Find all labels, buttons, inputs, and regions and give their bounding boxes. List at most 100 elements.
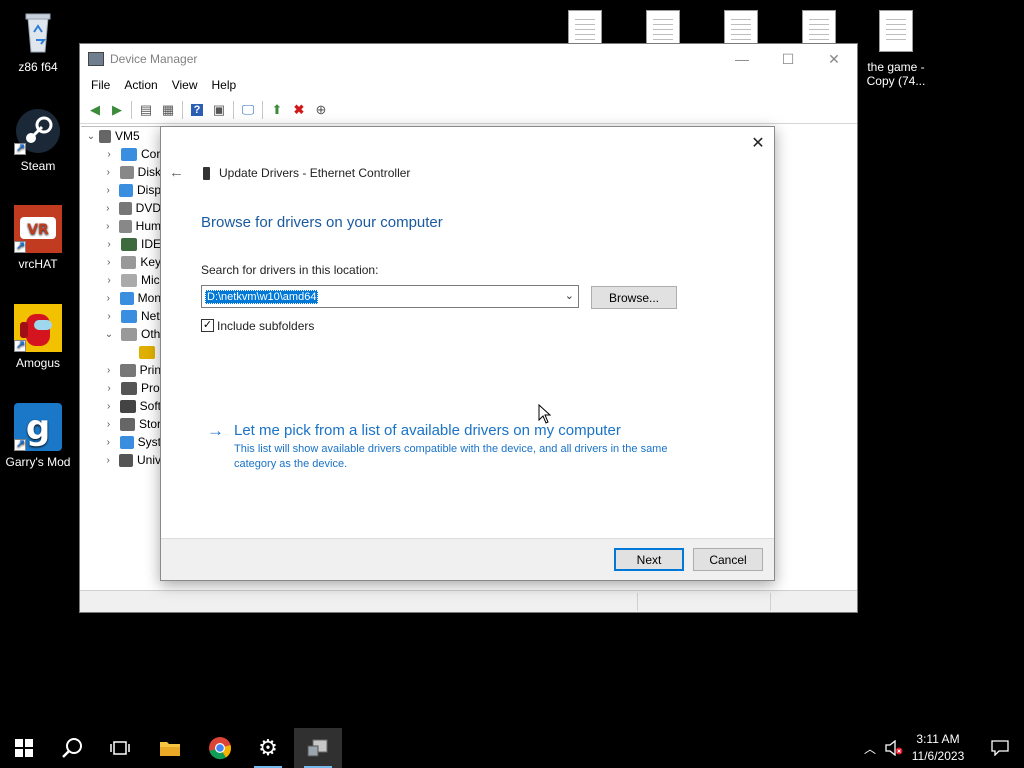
- tree-item-label: Disk: [137, 165, 161, 179]
- desktop-icon-vrchat[interactable]: VR vrcHAT: [0, 205, 76, 271]
- include-subfolders-checkbox[interactable]: ✓: [201, 319, 214, 332]
- desktop-icon-garrys-mod[interactable]: g Garry's Mod: [0, 403, 76, 469]
- chevron-right-icon[interactable]: ›: [103, 185, 113, 196]
- scan-hardware-icon[interactable]: 🖵: [237, 99, 259, 121]
- chevron-right-icon[interactable]: ›: [103, 167, 114, 178]
- shortcut-arrow-icon: [14, 141, 26, 155]
- tree-category[interactable]: › Mic: [81, 271, 161, 289]
- desktop-icon-recycle-bin[interactable]: z86 f64: [0, 8, 76, 74]
- tree-root[interactable]: ⌄ VM5: [81, 127, 161, 145]
- tree-category[interactable]: › IDE: [81, 235, 161, 253]
- pick-from-list-link[interactable]: Let me pick from a list of available dri…: [234, 422, 621, 439]
- uninstall-icon[interactable]: ✖: [288, 99, 310, 121]
- forward-icon[interactable]: ▶: [106, 99, 128, 121]
- desktop-icon-steam[interactable]: Steam: [0, 107, 76, 173]
- chevron-right-icon[interactable]: ›: [103, 455, 113, 466]
- menu-help[interactable]: Help: [205, 78, 244, 92]
- tree-category[interactable]: › Prin: [81, 361, 161, 379]
- device-manager-icon[interactable]: [294, 728, 342, 768]
- maximize-button[interactable]: ☐: [765, 44, 811, 74]
- volume-muted-icon[interactable]: [882, 728, 906, 768]
- settings-icon[interactable]: ⚙: [244, 728, 292, 768]
- chevron-right-icon[interactable]: ›: [103, 437, 114, 448]
- device-category-icon: [121, 147, 137, 161]
- view-icon[interactable]: ▣: [208, 99, 230, 121]
- tree-category[interactable]: › Univ: [81, 451, 161, 469]
- chevron-right-icon[interactable]: ›: [103, 401, 114, 412]
- chevron-right-icon[interactable]: ›: [103, 383, 115, 394]
- update-drivers-dialog: ✕ ← Update Drivers - Ethernet Controller…: [160, 126, 775, 581]
- device-category-icon: [121, 381, 137, 395]
- tree-category[interactable]: › Key: [81, 253, 161, 271]
- help-icon[interactable]: ?: [186, 99, 208, 121]
- chevron-down-icon[interactable]: ⌄: [565, 289, 574, 302]
- file-explorer-icon[interactable]: [146, 728, 194, 768]
- clock[interactable]: 3:11 AM 11/6/2023: [904, 731, 972, 765]
- start-icon[interactable]: [0, 728, 48, 768]
- desktop-icon-the-game-copy[interactable]: the game - Copy (74...: [858, 10, 934, 88]
- next-button[interactable]: Next: [614, 548, 684, 571]
- properties-icon[interactable]: ▤: [135, 99, 157, 121]
- tree-category[interactable]: › Soft: [81, 397, 161, 415]
- chevron-right-icon[interactable]: ›: [103, 221, 113, 232]
- tree-child-item[interactable]: [81, 343, 161, 361]
- device-tree: ⌄ VM5 › Cor › Disk › Disp › DVD › Hum › IDE › Key › Mic…: [81, 126, 161, 588]
- show-hidden-icons-icon[interactable]: ︿: [858, 728, 882, 768]
- collapse-chevron-icon[interactable]: ⌄: [85, 131, 97, 142]
- close-dialog-button[interactable]: ✕: [748, 133, 768, 153]
- minimize-button[interactable]: —: [719, 44, 765, 74]
- chevron-right-icon[interactable]: ›: [103, 311, 115, 322]
- update-driver-icon[interactable]: ⬆: [266, 99, 288, 121]
- tree-category[interactable]: › Mon: [81, 289, 161, 307]
- driver-path-combobox[interactable]: D:\netkvm\w10\amd64 ⌄: [201, 285, 579, 308]
- tree-category[interactable]: › Syst: [81, 433, 161, 451]
- device-category-icon: [120, 417, 135, 431]
- chevron-right-icon[interactable]: ›: [103, 275, 115, 286]
- chevron-right-icon[interactable]: ›: [103, 293, 114, 304]
- device-category-icon: [121, 309, 137, 323]
- tree-category[interactable]: › Hum: [81, 217, 161, 235]
- chevron-right-icon[interactable]: ›: [103, 257, 115, 268]
- tree-category[interactable]: › Stor: [81, 415, 161, 433]
- recycle-bin-icon: [14, 8, 62, 56]
- task-view-icon[interactable]: [96, 728, 144, 768]
- arrow-right-icon[interactable]: →: [207, 421, 224, 441]
- tree-category[interactable]: › Net: [81, 307, 161, 325]
- device-category-icon: [118, 219, 132, 233]
- desktop-icon-amogus[interactable]: Amogus: [0, 304, 76, 370]
- cancel-button[interactable]: Cancel: [693, 548, 763, 571]
- tree-category[interactable]: › DVD: [81, 199, 161, 217]
- tree-category[interactable]: ⌄ Oth: [81, 325, 161, 343]
- search-icon[interactable]: [48, 728, 96, 768]
- chevron-right-icon[interactable]: ›: [103, 149, 115, 160]
- close-window-button[interactable]: ✕: [811, 44, 857, 74]
- tree-category[interactable]: › Disk: [81, 163, 161, 181]
- tree-category[interactable]: › Pro: [81, 379, 161, 397]
- notification-icon[interactable]: [976, 728, 1024, 768]
- back-arrow-icon[interactable]: ←: [169, 164, 184, 181]
- chrome-icon[interactable]: [196, 728, 244, 768]
- chevron-right-icon[interactable]: ›: [103, 365, 114, 376]
- device-category-icon: [121, 237, 137, 251]
- menu-view[interactable]: View: [165, 78, 205, 92]
- shortcut-arrow-icon: [14, 437, 26, 451]
- back-icon[interactable]: ◀: [84, 99, 106, 121]
- clock-date: 11/6/2023: [911, 749, 965, 763]
- tree-category[interactable]: › Cor: [81, 145, 161, 163]
- device-list-icon[interactable]: ▦: [157, 99, 179, 121]
- chevron-right-icon[interactable]: ›: [103, 419, 114, 430]
- driver-path-value[interactable]: D:\netkvm\w10\amd64: [205, 289, 319, 304]
- chevron-right-icon[interactable]: ›: [103, 239, 115, 250]
- browse-button[interactable]: Browse...: [591, 286, 677, 309]
- chevron-right-icon[interactable]: ›: [103, 203, 113, 214]
- disable-icon[interactable]: ⊕: [310, 99, 332, 121]
- shortcut-arrow-icon: [14, 239, 26, 253]
- location-label: Search for drivers in this location:: [201, 263, 379, 277]
- tree-item-label: Cor: [141, 147, 161, 161]
- tree-category[interactable]: › Disp: [81, 181, 161, 199]
- menu-file[interactable]: File: [84, 78, 117, 92]
- chevron-down-icon[interactable]: ⌄: [103, 329, 115, 340]
- include-subfolders-label[interactable]: Include subfolders: [217, 319, 314, 333]
- tree-item-label: Pro: [141, 381, 160, 395]
- menu-action[interactable]: Action: [117, 78, 164, 92]
